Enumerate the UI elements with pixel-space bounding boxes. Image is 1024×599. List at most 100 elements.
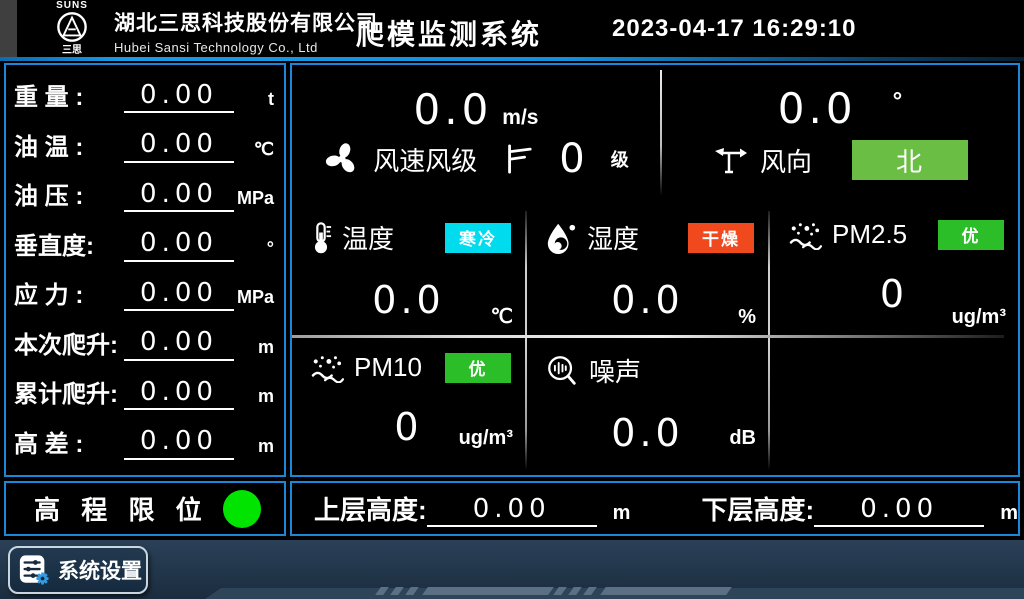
wind-level-value: 0	[559, 139, 584, 179]
pm10-status-badge: 优	[445, 353, 511, 383]
system-settings-label: 系统设置	[58, 555, 142, 585]
measure-value: 0.00	[124, 425, 234, 460]
measure-row-stress: 应 力 : 0.00 MPa	[14, 277, 274, 312]
measure-unit: m	[234, 383, 274, 410]
pm25-label: PM2.5	[832, 219, 907, 250]
measure-unit: MPa	[234, 284, 274, 311]
measure-value: 0.00	[124, 376, 234, 411]
humidity-cell: 湿度 干燥 0.0 %	[527, 205, 768, 335]
thermometer-icon	[310, 220, 332, 256]
header: SUNS 三思 湖北三思科技股份有限公司 Hubei Sansi Technol…	[0, 0, 1024, 57]
measure-label: 油 压 :	[14, 182, 124, 212]
measure-row-height-diff: 高 差 : 0.00 m	[14, 425, 274, 460]
wind-speed-label: 风速风级	[373, 141, 477, 178]
measure-label: 油 温 :	[14, 133, 124, 163]
wind-level-flag-icon	[503, 142, 533, 176]
upper-level-unit: m	[613, 499, 631, 527]
pm10-label: PM10	[354, 352, 422, 383]
environment-panel: 0.0 m/s 风速风级 0 级	[290, 63, 1020, 477]
measure-row-verticality: 垂直度: 0.00 °	[14, 227, 274, 262]
upper-level-value: 0.00	[427, 493, 597, 528]
grid-divider	[768, 338, 770, 470]
company-name-cn: 湖北三思科技股份有限公司	[114, 7, 378, 37]
lower-level-label: 下层高度:	[702, 490, 815, 527]
measure-unit: m	[234, 433, 274, 460]
upper-level-label: 上层高度:	[314, 490, 427, 527]
lower-level-value: 0.00	[814, 493, 984, 528]
temperature-status-badge: 寒冷	[445, 223, 511, 253]
temperature-unit: ℃	[491, 304, 513, 329]
particles-icon	[788, 220, 822, 250]
pm25-status-badge: 优	[938, 220, 1004, 250]
pm25-unit: ug/m³	[952, 306, 1006, 329]
humidity-status-badge: 干燥	[688, 223, 754, 253]
page-title: 爬模监测系统	[356, 13, 542, 53]
pm10-unit: ug/m³	[459, 427, 513, 450]
measure-label: 高 差 :	[14, 430, 124, 460]
temperature-label: 温度	[342, 219, 394, 256]
footer-decoration	[422, 587, 554, 595]
noise-label: 噪声	[589, 352, 641, 389]
measure-unit: t	[234, 86, 274, 113]
header-left-strip	[0, 0, 17, 57]
wind-direction-badge: 北	[852, 140, 968, 180]
elevation-limit-panel: 高 程 限 位	[4, 481, 286, 536]
measure-row-current-climb: 本次爬升: 0.00 m	[14, 326, 274, 361]
humidity-value: 0.0	[527, 278, 768, 322]
wind-speed-value: 0.0	[414, 89, 493, 131]
temperature-cell: 温度 寒冷 0.0 ℃	[292, 205, 525, 335]
fan-icon	[323, 140, 361, 178]
wind-section-divider	[660, 70, 662, 196]
wind-level-unit: 级	[611, 146, 629, 172]
elevation-limit-status-light	[223, 490, 261, 528]
wind-vane-icon	[712, 144, 748, 176]
header-divider	[0, 57, 1024, 61]
company-logo: SUNS 三思	[34, 1, 110, 56]
datetime-display: 2023-04-17 16:29:10	[612, 15, 857, 43]
sansi-logo-icon	[56, 11, 88, 43]
measure-label: 本次爬升:	[14, 331, 124, 361]
measure-label: 垂直度:	[14, 232, 124, 262]
logo-suns-text: SUNS	[34, 1, 110, 11]
measure-row-weight: 重 量 : 0.00 t	[14, 79, 274, 114]
measure-value: 0.00	[124, 227, 234, 262]
measure-value: 0.00	[124, 277, 234, 312]
footer-bar: 系统设置	[0, 540, 1024, 599]
measure-unit: ℃	[234, 136, 274, 163]
upper-level-group: 上层高度: 0.00 m	[314, 490, 630, 527]
wind-speed-unit: m/s	[502, 106, 538, 130]
logo-cn-text: 三思	[34, 46, 110, 56]
wind-direction-section: 0.0 ° 风向 北	[664, 65, 1016, 203]
noise-unit: dB	[729, 427, 756, 450]
measure-label: 重 量 :	[14, 83, 124, 113]
measure-unit: °	[234, 235, 274, 262]
measure-value: 0.00	[124, 326, 234, 361]
measure-value: 0.00	[124, 128, 234, 163]
measure-label: 累计爬升:	[14, 380, 124, 410]
measure-value: 0.00	[124, 178, 234, 213]
particles-icon	[310, 353, 344, 383]
measure-value: 0.00	[124, 79, 234, 114]
humidity-label: 湿度	[587, 219, 639, 256]
company-name: 湖北三思科技股份有限公司 Hubei Sansi Technology Co.,…	[114, 7, 378, 55]
company-name-en: Hubei Sansi Technology Co., Ltd	[114, 40, 378, 55]
noise-cell: 噪声 0.0 dB	[527, 338, 768, 472]
measure-row-oil-pressure: 油 压 : 0.00 MPa	[14, 178, 274, 213]
system-settings-button[interactable]: 系统设置	[8, 546, 148, 594]
wind-direction-value: 0.0	[778, 88, 857, 130]
lower-level-group: 下层高度: 0.00 m	[702, 490, 1018, 527]
footer-decoration	[600, 587, 732, 595]
pm10-cell: PM10 优 0 ug/m³	[292, 338, 525, 472]
measure-row-oil-temp: 油 温 : 0.00 ℃	[14, 128, 274, 163]
measure-unit: MPa	[234, 185, 274, 212]
measure-row-total-climb: 累计爬升: 0.00 m	[14, 376, 274, 411]
wind-direction-unit: °	[893, 88, 903, 116]
droplet-icon	[545, 221, 577, 255]
wind-direction-label: 风向	[760, 142, 812, 179]
measurement-panel: 重 量 : 0.00 t 油 温 : 0.00 ℃ 油 压 : 0.00 MPa…	[4, 63, 286, 477]
elevation-limit-label: 高 程 限 位	[34, 490, 209, 527]
sliders-gear-icon	[18, 554, 50, 586]
measure-unit: m	[234, 334, 274, 361]
noise-icon	[545, 354, 579, 388]
measure-label: 应 力 :	[14, 281, 124, 311]
